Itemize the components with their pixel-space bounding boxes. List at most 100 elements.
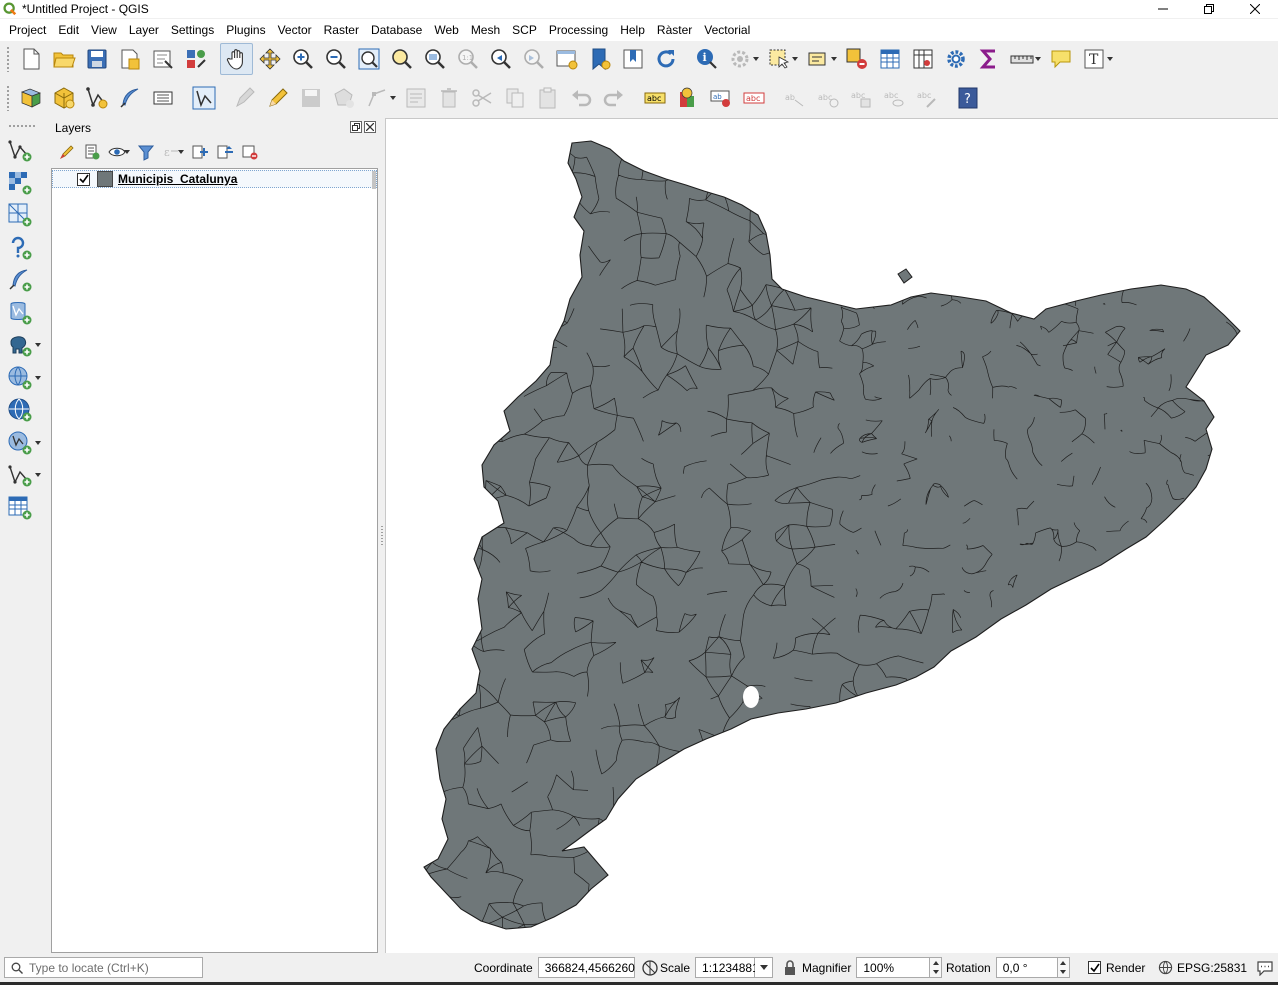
minimize-button[interactable] [1140, 0, 1186, 18]
show-hide-single-label-button[interactable]: abc [877, 82, 910, 114]
menu-project[interactable]: Project [3, 20, 52, 40]
redo-button[interactable] [597, 82, 630, 114]
menu-edit[interactable]: Edit [52, 20, 85, 40]
undo-button[interactable] [564, 82, 597, 114]
scale-dropdown-arrow[interactable] [755, 957, 774, 978]
menu-view[interactable]: View [85, 20, 123, 40]
move-label-button[interactable]: ab [778, 82, 811, 114]
open-table-button[interactable] [4, 492, 36, 524]
deselect-all-button[interactable] [840, 43, 873, 75]
zoom-native-button[interactable]: 1:1 [451, 43, 484, 75]
vertical-toolbar-grip[interactable] [8, 124, 36, 128]
menu-settings[interactable]: Settings [165, 20, 220, 40]
open-layer-styling-button[interactable] [54, 140, 79, 164]
new-vector-layer-button[interactable] [4, 459, 36, 491]
open-project-button[interactable] [47, 43, 80, 75]
save-layer-edits-button[interactable] [294, 82, 327, 114]
menu-vector[interactable]: Vector [272, 20, 318, 40]
collapse-all-button[interactable] [212, 140, 237, 164]
change-label-button[interactable]: abc [844, 82, 877, 114]
coordinate-field[interactable]: 366824,4566260 [537, 957, 635, 978]
zoom-to-layer-button[interactable] [418, 43, 451, 75]
pan-map-button[interactable] [220, 43, 253, 75]
new-print-layout-button[interactable] [146, 43, 179, 75]
zoom-last-button[interactable] [484, 43, 517, 75]
menu-layer[interactable]: Layer [123, 20, 165, 40]
tree-scroll-handle[interactable] [372, 171, 376, 189]
rotation-field[interactable]: 0,0 ° [995, 957, 1058, 978]
float-panel-button[interactable] [350, 121, 362, 133]
menu-raster-ca[interactable]: Ràster [651, 20, 698, 40]
zoom-full-button[interactable] [352, 43, 385, 75]
locator-input[interactable] [29, 960, 194, 975]
attribute-table-button[interactable] [873, 43, 906, 75]
zoom-out-button[interactable] [319, 43, 352, 75]
zoom-to-selection-button[interactable] [385, 43, 418, 75]
magnifier-spinner[interactable] [930, 957, 943, 978]
new-temporary-layer-button[interactable] [113, 82, 146, 114]
new-project-button[interactable] [14, 43, 47, 75]
close-button[interactable] [1232, 0, 1278, 18]
menu-plugins[interactable]: Plugins [220, 20, 271, 40]
current-edits-button[interactable] [228, 82, 261, 114]
menu-mesh[interactable]: Mesh [465, 20, 506, 40]
zoom-in-button[interactable] [286, 43, 319, 75]
identify-features-button[interactable]: i [690, 43, 723, 75]
new-shapefile-layer-button[interactable] [80, 82, 113, 114]
new-virtual-layer-button[interactable] [146, 82, 179, 114]
select-by-value-button[interactable] [801, 43, 834, 75]
new-geopackage-layer-button[interactable] [47, 82, 80, 114]
add-raster-layer-button[interactable] [4, 167, 36, 199]
toolbar-grip[interactable] [6, 46, 10, 72]
restore-button[interactable] [1186, 0, 1232, 18]
menu-database[interactable]: Database [365, 20, 428, 40]
render-checkbox[interactable] [1088, 961, 1101, 974]
magnifier-field[interactable]: 100% [856, 957, 931, 978]
map-tips-button[interactable] [1044, 43, 1077, 75]
add-delimited-text-layer-button[interactable] [4, 232, 36, 264]
map-themes-dropdown[interactable] [123, 136, 131, 168]
menu-raster[interactable]: Raster [318, 20, 365, 40]
messages-icon[interactable] [1256, 960, 1274, 976]
add-wms-layer-button[interactable] [4, 362, 36, 394]
add-wcs-layer-button[interactable] [4, 394, 36, 426]
toggle-editing-button[interactable] [261, 82, 294, 114]
cut-features-button[interactable] [465, 82, 498, 114]
panel-splitter[interactable] [380, 525, 384, 545]
zoom-next-button[interactable] [517, 43, 550, 75]
scale-combobox[interactable]: 1:1234881 [695, 957, 759, 978]
measure-line-button[interactable] [1005, 43, 1038, 75]
toggle-editing-digitizing-button[interactable] [187, 82, 220, 114]
save-as-button[interactable] [113, 43, 146, 75]
statistical-summary-button[interactable] [972, 43, 1005, 75]
layer-symbol-swatch[interactable] [97, 171, 113, 187]
add-virtual-layer-button[interactable] [4, 297, 36, 329]
delete-selected-button[interactable] [432, 82, 465, 114]
help-button[interactable]: ? [951, 82, 984, 114]
paste-features-button[interactable] [531, 82, 564, 114]
vertex-tool-button[interactable] [360, 82, 393, 114]
rotate-label-button[interactable]: abc [811, 82, 844, 114]
filter-by-expression-button[interactable]: ε [158, 140, 183, 164]
menu-scp[interactable]: SCP [506, 20, 543, 40]
label-properties-button[interactable]: abc [910, 82, 943, 114]
show-bookmarks-button[interactable] [616, 43, 649, 75]
text-annotation-button[interactable]: T [1077, 43, 1110, 75]
add-postgis-layer-button[interactable] [4, 329, 36, 361]
refresh-button[interactable] [649, 43, 682, 75]
save-project-button[interactable] [80, 43, 113, 75]
locator-bar[interactable] [4, 957, 203, 978]
close-panel-button[interactable] [364, 121, 376, 133]
data-source-manager-button[interactable] [14, 82, 47, 114]
processing-toolbox-button[interactable] [939, 43, 972, 75]
copy-features-button[interactable] [498, 82, 531, 114]
menu-processing[interactable]: Processing [543, 20, 614, 40]
remove-layer-button[interactable] [237, 140, 262, 164]
layer-item[interactable]: Municipis_Catalunya [52, 170, 377, 189]
new-map-view-button[interactable] [550, 43, 583, 75]
menu-help[interactable]: Help [614, 20, 651, 40]
menu-vectorial[interactable]: Vectorial [698, 20, 756, 40]
menu-web[interactable]: Web [428, 20, 464, 40]
add-wfs-layer-button[interactable] [4, 427, 36, 459]
select-features-button[interactable] [762, 43, 795, 75]
